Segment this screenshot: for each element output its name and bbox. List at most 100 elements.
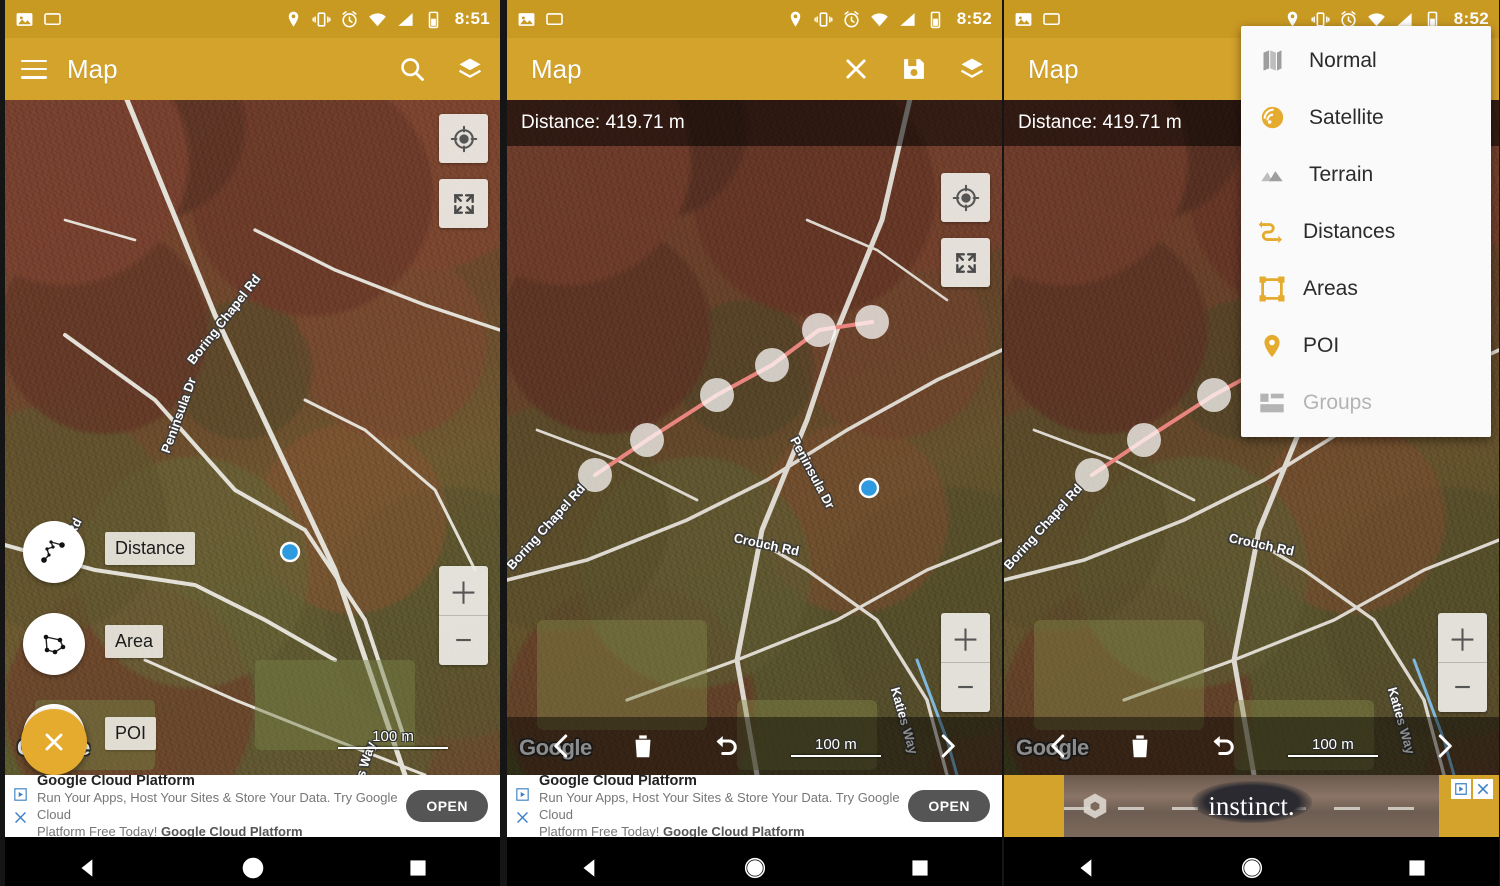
layers-dropdown-menu[interactable]: Normal Satellite Terrain Distances Areas… [1241,26,1491,437]
menu-item-label: POI [1303,333,1340,357]
adchoices-icon[interactable] [1451,779,1471,799]
wifi-icon [368,12,386,26]
zoom-in-button[interactable]: ＋ [439,566,488,615]
map-canvas[interactable]: Peninsula Dr Crouch Rd Boring Chapel Rd … [507,100,1002,775]
prev-icon[interactable] [1044,731,1074,761]
fab-poi-label: POI [105,717,157,750]
zoom-controls[interactable]: ＋ − [1438,613,1487,712]
my-location-icon [952,184,979,211]
delete-icon[interactable] [628,731,658,761]
layers-icon[interactable] [456,55,484,83]
close-icon[interactable] [1473,779,1493,799]
my-location-button[interactable] [941,173,990,222]
home-icon[interactable] [1239,855,1265,881]
adchoices-icon[interactable] [12,786,29,803]
back-icon[interactable] [1074,855,1100,881]
recents-icon[interactable] [405,855,431,881]
ad-image: instinct. [1064,775,1439,837]
next-icon[interactable] [1429,731,1459,761]
menu-item-label: Distances [1303,219,1396,243]
status-bar-clock: 8:51 [454,9,490,28]
map-folded-icon [1257,46,1287,76]
status-bar-right-icons: 8:51 [284,9,490,29]
menu-item-poi[interactable]: POI [1241,317,1491,374]
menu-item-groups[interactable]: Groups [1241,374,1491,431]
phone-screen-3: 8:52 Map Crouch Rd Boring Chapel Rd Kati… [1004,0,1499,886]
ad-banner[interactable]: Google Cloud Platform Run Your Apps, Hos… [5,775,500,837]
alarm-icon [342,10,357,27]
fab-distance-button[interactable] [23,521,85,583]
search-icon[interactable] [398,55,426,83]
ad-text-block: Google Cloud Platform Run Your Apps, Hos… [537,775,908,837]
my-location-icon [450,125,477,152]
menu-item-terrain[interactable]: Terrain [1241,146,1491,203]
prev-icon[interactable] [547,731,577,761]
back-icon[interactable] [577,855,603,881]
place-pin-icon [1257,331,1287,361]
ad-side-controls [5,775,35,837]
ad-line-2: Platform Free Today! Google Cloud Platfo… [539,824,908,837]
zoom-in-button[interactable]: ＋ [941,613,990,662]
recents-icon[interactable] [907,855,933,881]
fullscreen-button[interactable] [941,238,990,287]
adchoices-icon[interactable] [514,786,531,803]
layers-icon[interactable] [958,55,986,83]
ad-text-block: Google Cloud Platform Run Your Apps, Hos… [35,775,406,837]
ad-line-1: Run Your Apps, Host Your Sites & Store Y… [539,789,900,822]
back-icon[interactable] [75,855,101,881]
delete-icon[interactable] [1125,731,1155,761]
home-icon[interactable] [240,855,266,881]
battery-icon [930,11,941,28]
close-icon[interactable] [514,809,531,826]
app-bar-actions [398,55,484,83]
status-bar: 8:51 [5,0,500,38]
image-icon [1015,12,1032,26]
android-nav-bar [1004,837,1499,886]
map-scale-bar: 100 m [1287,736,1378,757]
cast-icon [546,12,563,25]
zoom-controls[interactable]: ＋ − [941,613,990,712]
menu-item-distances[interactable]: Distances [1241,203,1491,260]
fullscreen-button[interactable] [439,179,488,228]
vibrate-icon [312,11,331,27]
zoom-out-button[interactable]: − [941,663,990,712]
cast-icon [1043,12,1060,25]
zoom-out-button[interactable]: − [1438,663,1487,712]
save-icon[interactable] [900,55,928,83]
zoom-controls[interactable]: ＋ − [439,566,488,665]
vibrate-icon [814,11,833,27]
next-icon[interactable] [932,731,962,761]
recents-icon[interactable] [1404,855,1430,881]
zoom-in-button[interactable]: ＋ [1438,613,1487,662]
undo-icon[interactable] [709,731,739,761]
close-icon[interactable] [12,809,29,826]
menu-item-satellite[interactable]: Satellite [1241,89,1491,146]
zoom-out-button[interactable]: − [439,616,488,665]
menu-item-areas[interactable]: Areas [1241,260,1491,317]
groups-icon [1257,388,1287,418]
hamburger-icon[interactable] [21,59,47,79]
my-location-button[interactable] [439,114,488,163]
polyline-icon [41,540,65,563]
fab-area-button[interactable] [23,613,85,675]
menu-item-normal[interactable]: Normal [1241,32,1491,89]
fab-close-button[interactable] [21,709,87,775]
close-icon[interactable] [842,55,870,83]
ad-banner[interactable]: instinct. [1004,775,1499,837]
menu-item-label: Groups [1303,390,1372,414]
page-title: Map [1028,53,1079,84]
distances-icon [1257,217,1287,247]
fab-area-label: Area [105,625,164,658]
measurement-edit-toolbar: 100 m [507,717,1002,775]
ad-banner[interactable]: Google Cloud Platform Run Your Apps, Hos… [507,775,1002,837]
undo-icon[interactable] [1206,731,1236,761]
image-icon [518,12,535,26]
signal-icon [398,12,413,26]
ad-open-button[interactable]: OPEN [908,790,990,822]
android-nav-bar [507,837,1002,886]
current-location-dot [858,477,880,499]
home-icon[interactable] [742,855,768,881]
ad-open-button[interactable]: OPEN [406,790,488,822]
areas-icon [1257,274,1287,304]
map-canvas[interactable]: Boring Chapel Rd Peninsula Dr Crouch Rd … [5,100,500,775]
